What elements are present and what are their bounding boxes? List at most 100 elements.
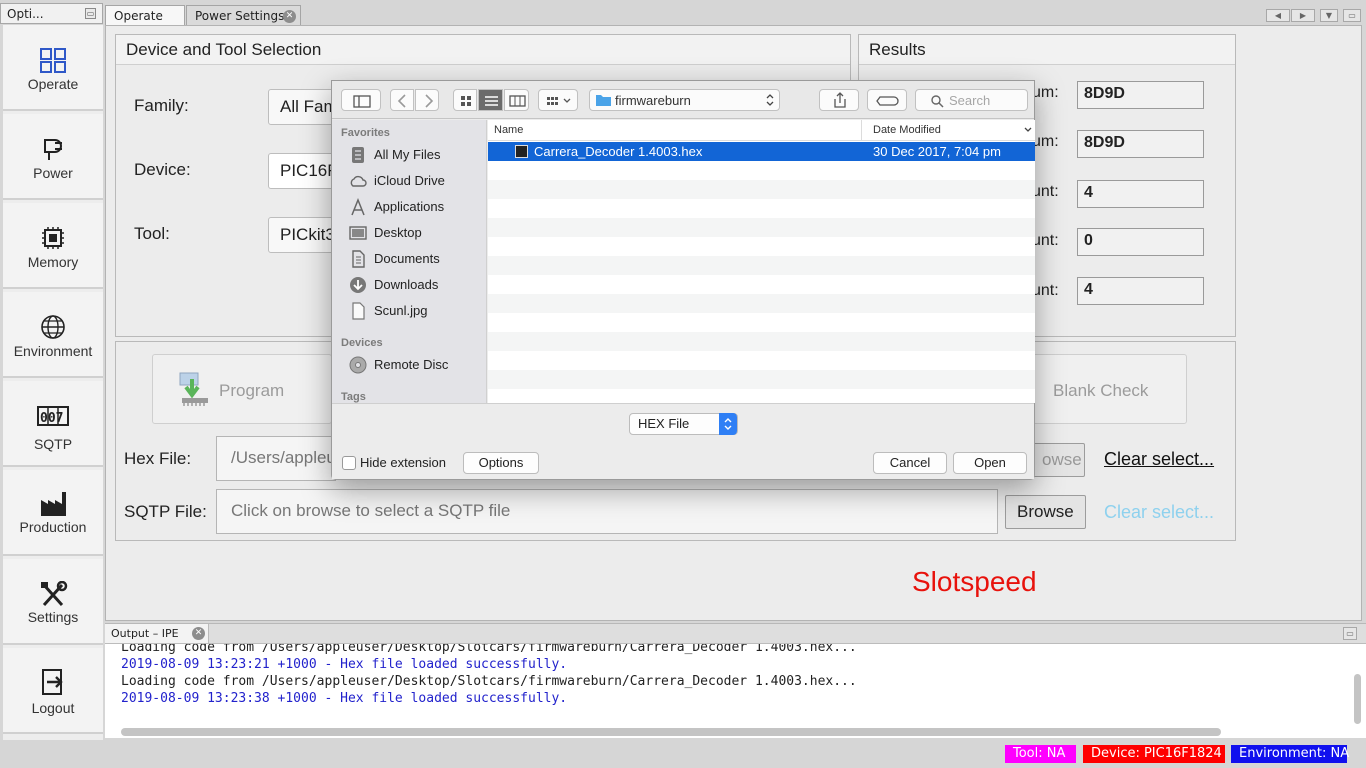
sidebar: Operate Power Memory Environment 007 SQT…: [3, 25, 103, 740]
disc-icon: [349, 356, 367, 374]
log-line: 2019-08-09 13:23:21 +1000 - Hex file loa…: [121, 657, 568, 672]
close-icon[interactable]: ✕: [283, 10, 296, 23]
sidebar-item-production[interactable]: Production: [3, 470, 103, 556]
downloads-icon: [350, 277, 366, 293]
minimize-icon[interactable]: ▭: [1343, 627, 1357, 640]
scroll-right-icon[interactable]: ▶: [1291, 9, 1315, 22]
folder-icon: [596, 95, 611, 106]
minimize-icon[interactable]: ▭: [85, 8, 96, 19]
list-row-stripe: [488, 332, 1035, 351]
sqtp-browse-button[interactable]: Browse: [1005, 495, 1086, 529]
sidebar-item-settings[interactable]: Settings: [3, 559, 103, 645]
tab-label: Power Settings: [195, 9, 285, 23]
arrange-button[interactable]: [538, 89, 578, 111]
minimize-icon[interactable]: ▭: [1343, 9, 1361, 22]
tab-label: Operate: [114, 9, 163, 23]
favorite-scunl-jpg[interactable]: Scunl.jpg: [348, 300, 484, 322]
open-button[interactable]: Open: [953, 452, 1027, 474]
path-popup[interactable]: firmwareburn: [589, 89, 780, 111]
sqtp-clear-selection-link[interactable]: Clear select...: [1104, 502, 1214, 523]
tool-select[interactable]: PICkit3: [268, 217, 338, 253]
vertical-scrollbar[interactable]: [1354, 674, 1361, 724]
sidebar-item-environment[interactable]: Environment: [3, 292, 103, 378]
group-title: Results: [859, 35, 1235, 65]
favorite-downloads[interactable]: Downloads: [348, 274, 484, 296]
result-label: um:: [1032, 84, 1059, 101]
sidebar-item-logout[interactable]: Logout: [3, 648, 103, 734]
chip-icon: [42, 227, 64, 249]
favorite-icloud-drive[interactable]: iCloud Drive: [348, 170, 484, 192]
blank-check-button-label: Blank Check: [1053, 381, 1149, 400]
all-files-icon: [352, 147, 364, 163]
column-name-header[interactable]: Name: [494, 124, 523, 136]
sidebar-toggle-button[interactable]: [341, 89, 381, 111]
family-label: Family:: [134, 96, 189, 115]
list-row-stripe: [488, 370, 1035, 389]
result-value: 0: [1077, 228, 1204, 256]
tool-label: Tool:: [134, 224, 170, 243]
dialog-sidebar: Favorites All My Files iCloud Drive Appl…: [332, 120, 487, 403]
list-view-button[interactable]: [478, 89, 503, 111]
hex-browse-button[interactable]: owse: [1030, 443, 1085, 477]
horizontal-scrollbar[interactable]: [121, 728, 1221, 736]
share-button[interactable]: [819, 89, 859, 111]
hide-extension-checkbox[interactable]: [342, 456, 356, 470]
chevron-down-icon[interactable]: ▼: [1320, 9, 1338, 22]
file-date: 30 Dec 2017, 7:04 pm: [873, 144, 1001, 159]
options-panel-tab[interactable]: Opti... ▭: [0, 3, 103, 24]
sidebar-item-sqtp[interactable]: 007 SQTP: [3, 381, 103, 467]
favorite-documents[interactable]: Documents: [348, 248, 484, 270]
family-select[interactable]: All Fam: [268, 89, 338, 125]
sidebar-item-memory[interactable]: Memory: [3, 203, 103, 289]
tab-power-settings[interactable]: Power Settings ✕: [186, 5, 301, 26]
tab-output-ipe[interactable]: Output – IPE ✕: [105, 624, 209, 644]
list-row-stripe: [488, 256, 1035, 275]
forward-button[interactable]: [415, 89, 439, 111]
file-type-label: HEX File: [638, 416, 690, 431]
list-row-stripe: [488, 180, 1035, 199]
search-input[interactable]: Search: [915, 89, 1028, 111]
device-select[interactable]: PIC16F: [268, 153, 338, 189]
sidebar-item-operate[interactable]: Operate: [3, 25, 103, 111]
sqtp-file-label: SQTP File:: [124, 502, 207, 521]
options-button[interactable]: Options: [463, 452, 539, 474]
sidebar-item-label: SQTP: [33, 436, 73, 452]
sqtp-file-input[interactable]: Click on browse to select a SQTP file: [216, 489, 998, 534]
cancel-button[interactable]: Cancel: [873, 452, 947, 474]
tag-icon: [876, 96, 899, 106]
sidebar-item-power[interactable]: Power: [3, 114, 103, 200]
documents-icon: [352, 250, 365, 268]
column-divider: [861, 120, 862, 141]
sidebar-item-label: Operate: [27, 76, 79, 92]
tab-label: Output – IPE: [111, 627, 179, 640]
scroll-left-icon[interactable]: ◀: [1266, 9, 1290, 22]
hex-file-input[interactable]: /Users/appleu: [216, 436, 336, 481]
sort-chevron-icon[interactable]: [1024, 127, 1032, 133]
globe-icon: [41, 315, 65, 339]
program-button[interactable]: Program: [152, 354, 332, 424]
file-type-select[interactable]: HEX File: [629, 413, 738, 435]
close-icon[interactable]: ✕: [192, 627, 205, 640]
tag-button[interactable]: [867, 89, 907, 111]
list-icon: [485, 96, 498, 106]
sidebar-item-label: Settings: [27, 609, 79, 625]
column-view-button[interactable]: [504, 89, 529, 111]
counter-icon: 007: [37, 406, 69, 426]
result-label: unt:: [1032, 282, 1059, 299]
slotspeed-watermark: Slotspeed: [912, 566, 1037, 597]
icon-view-button[interactable]: [453, 89, 477, 111]
device-remote-disc[interactable]: Remote Disc: [348, 354, 484, 376]
tab-operate[interactable]: Operate: [105, 5, 185, 26]
column-date-header[interactable]: Date Modified: [873, 124, 941, 136]
hex-clear-selection-link[interactable]: Clear select...: [1104, 449, 1214, 470]
file-row-selected[interactable]: Carrera_Decoder 1.4003.hex 30 Dec 2017, …: [488, 142, 1035, 161]
hide-extension-label: Hide extension: [360, 455, 446, 470]
chevron-left-icon: [397, 94, 406, 108]
back-button[interactable]: [390, 89, 414, 111]
favorite-desktop[interactable]: Desktop: [348, 222, 484, 244]
device-label: Device:: [134, 160, 191, 179]
favorite-all-my-files[interactable]: All My Files: [348, 144, 484, 166]
favorite-applications[interactable]: Applications: [348, 196, 484, 218]
tools-icon: [41, 581, 68, 607]
result-value: 4: [1077, 180, 1204, 208]
